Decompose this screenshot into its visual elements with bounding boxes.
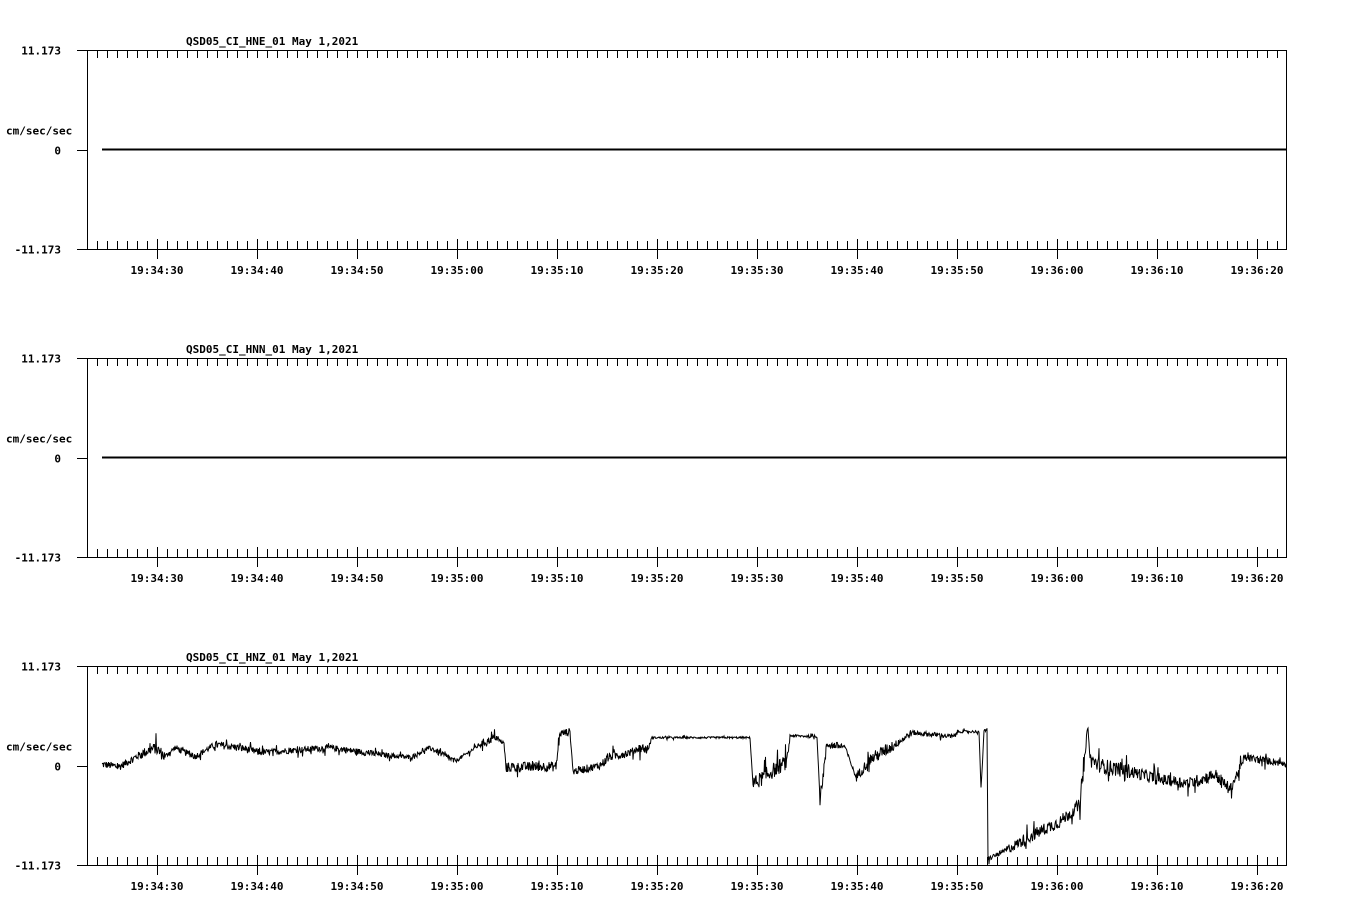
panel-title: QSD05_CI_HNN_01 May 1,2021 — [186, 343, 359, 356]
x-tick-label: 19:35:30 — [731, 264, 784, 277]
x-tick-label: 19:36:20 — [1231, 880, 1284, 893]
x-tick-label: 19:35:40 — [831, 880, 884, 893]
x-tick-label: 19:34:40 — [231, 264, 284, 277]
y-tick-label: -11.173 — [15, 860, 61, 873]
x-tick-label: 19:35:10 — [531, 264, 584, 277]
x-tick-label: 19:35:10 — [531, 880, 584, 893]
panel-title: QSD05_CI_HNZ_01 May 1,2021 — [186, 651, 359, 664]
x-tick-label: 19:35:10 — [531, 572, 584, 585]
x-tick-label: 19:35:20 — [631, 572, 684, 585]
x-tick-label: 19:34:30 — [131, 572, 184, 585]
x-tick-label: 19:34:30 — [131, 264, 184, 277]
x-tick-label: 19:35:50 — [931, 880, 984, 893]
x-tick-label: 19:34:40 — [231, 880, 284, 893]
x-tick-label: 19:35:00 — [431, 264, 484, 277]
y-tick-label: 0 — [54, 145, 61, 158]
y-axis-label: cm/sec/sec — [6, 433, 72, 446]
y-tick-label: 11.173 — [21, 353, 61, 366]
x-tick-label: 19:36:00 — [1031, 264, 1084, 277]
x-tick-label: 19:35:30 — [731, 880, 784, 893]
y-tick-label: -11.173 — [15, 244, 61, 257]
panel-hnz: QSD05_CI_HNZ_01 May 1,2021 11.173 0 -11.173… — [6, 651, 1287, 893]
x-tick-label: 19:35:40 — [831, 572, 884, 585]
y-tick-label: 11.173 — [21, 661, 61, 674]
x-tick-label: 19:35:40 — [831, 264, 884, 277]
x-tick-label: 19:35:50 — [931, 264, 984, 277]
x-tick-label: 19:36:10 — [1131, 880, 1184, 893]
y-axis-label: cm/sec/sec — [6, 125, 72, 138]
y-tick-label: 11.173 — [21, 45, 61, 58]
y-tick-label: 0 — [54, 761, 61, 774]
y-tick-label: 0 — [54, 453, 61, 466]
seismogram-figure: QSD05_CI_HNE_01 May 1,2021 11.173 0 -11.173… — [6, 35, 1287, 893]
x-tick-label: 19:35:20 — [631, 880, 684, 893]
panel-hne: QSD05_CI_HNE_01 May 1,2021 11.173 0 -11.173… — [6, 35, 1287, 277]
trace-line-hnz — [101, 726, 1287, 865]
x-tick-label: 19:36:20 — [1231, 264, 1284, 277]
x-tick-label: 19:36:20 — [1231, 572, 1284, 585]
x-tick-label: 19:36:00 — [1031, 880, 1084, 893]
x-tick-label: 19:34:30 — [131, 880, 184, 893]
x-tick-label: 19:35:30 — [731, 572, 784, 585]
y-tick-label: -11.173 — [15, 552, 61, 565]
panel-title: QSD05_CI_HNE_01 May 1,2021 — [186, 35, 359, 48]
x-tick-label: 19:34:50 — [331, 880, 384, 893]
x-tick-label: 19:34:40 — [231, 572, 284, 585]
x-tick-label: 19:36:00 — [1031, 572, 1084, 585]
x-tick-label: 19:36:10 — [1131, 264, 1184, 277]
x-tick-label: 19:34:50 — [331, 264, 384, 277]
y-axis-label: cm/sec/sec — [6, 741, 72, 754]
panel-hnn: QSD05_CI_HNN_01 May 1,2021 11.173 0 -11.173… — [6, 343, 1287, 585]
x-tick-label: 19:35:00 — [431, 880, 484, 893]
x-tick-label: 19:36:10 — [1131, 572, 1184, 585]
x-tick-label: 19:34:50 — [331, 572, 384, 585]
x-tick-label: 19:35:50 — [931, 572, 984, 585]
x-tick-label: 19:35:00 — [431, 572, 484, 585]
x-tick-label: 19:35:20 — [631, 264, 684, 277]
